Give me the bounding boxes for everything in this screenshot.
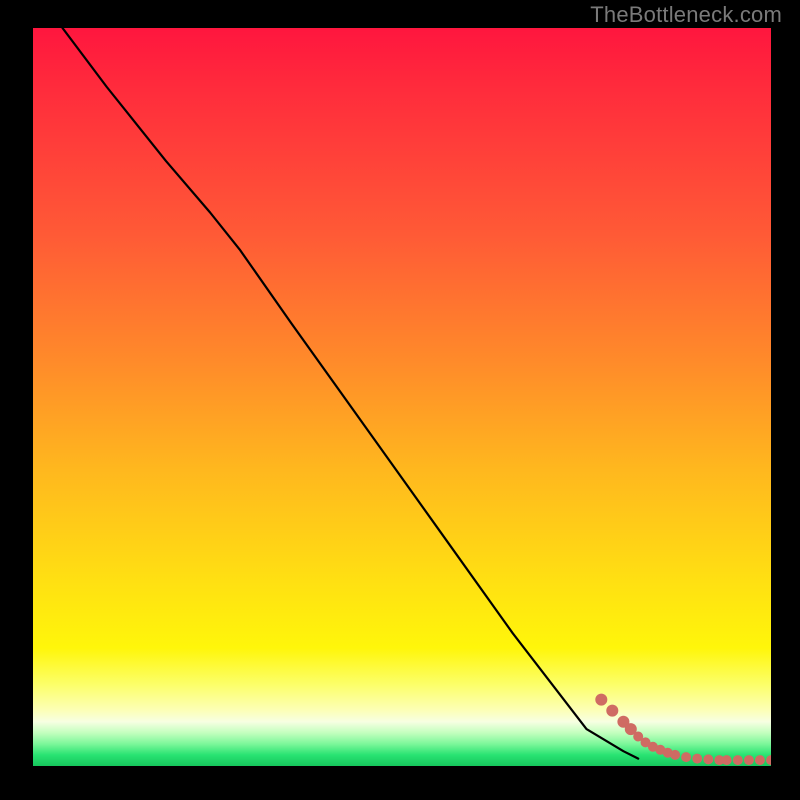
- watermark-text: TheBottleneck.com: [590, 2, 782, 28]
- chart-container: TheBottleneck.com: [0, 0, 800, 800]
- plot-area: [33, 28, 771, 766]
- background-gradient: [33, 28, 771, 766]
